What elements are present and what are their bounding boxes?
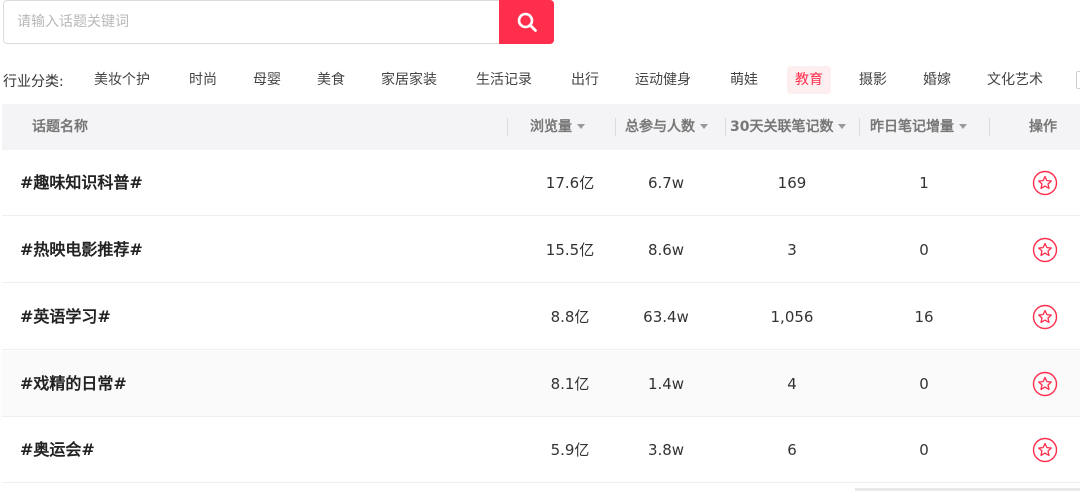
category-item[interactable]: 婚嫁 — [915, 66, 959, 94]
topic-name[interactable]: #英语学习# — [20, 284, 111, 350]
sort-notes-yesterday[interactable]: 昨日笔记增量 — [870, 104, 967, 150]
sort-caret-icon — [577, 123, 585, 129]
views-value: 17.6亿 — [545, 174, 595, 192]
search-bar — [3, 0, 554, 44]
notes-yesterday-value: 0 — [919, 241, 929, 259]
search-input[interactable] — [3, 0, 499, 44]
notes30-value: 3 — [787, 241, 797, 259]
category-label: 行业分类: — [3, 74, 64, 90]
category-item-active[interactable]: 教育 — [787, 66, 831, 94]
notes30-value: 1,056 — [770, 308, 814, 326]
category-item[interactable]: 时尚 — [181, 66, 225, 94]
notes-yesterday-value: 0 — [919, 375, 929, 393]
favorite-star-icon[interactable] — [1032, 237, 1058, 263]
search-button[interactable] — [499, 0, 554, 44]
participants-value: 8.6w — [647, 241, 685, 259]
notes30-value: 4 — [787, 375, 797, 393]
topic-name[interactable]: #奥运会# — [20, 417, 95, 483]
category-item[interactable]: 文化艺术 — [979, 66, 1051, 94]
topic-name[interactable]: #趣味知识科普# — [20, 150, 143, 216]
column-header-action: 操作 — [1029, 119, 1057, 135]
table-row-hovered: #戏精的日常# 8.1亿 1.4w 4 0 — [2, 351, 1080, 417]
views-value: 8.1亿 — [550, 375, 590, 393]
sort-caret-icon — [838, 123, 847, 129]
category-item[interactable]: 生活记录 — [468, 66, 540, 94]
sort-views[interactable]: 浏览量 — [530, 104, 585, 150]
search-icon — [517, 12, 537, 32]
column-divider — [859, 118, 860, 136]
category-item[interactable]: 家居家装 — [373, 66, 445, 94]
notes-yesterday-value: 1 — [919, 174, 929, 192]
sort-participants[interactable]: 总参与人数 — [625, 104, 708, 150]
category-item[interactable]: 萌娃 — [722, 66, 766, 94]
views-value: 15.5亿 — [545, 241, 595, 259]
category-item[interactable]: 母婴 — [245, 66, 289, 94]
participants-value: 3.8w — [647, 441, 685, 459]
favorite-star-icon[interactable] — [1032, 437, 1058, 463]
category-item[interactable]: 出行 — [563, 66, 607, 94]
views-value: 5.9亿 — [550, 441, 590, 459]
category-item[interactable]: 运动健身 — [627, 66, 699, 94]
column-divider — [725, 118, 726, 136]
participants-value: 1.4w — [647, 375, 685, 393]
notes30-value: 169 — [777, 174, 807, 192]
category-item[interactable]: 美食 — [309, 66, 353, 94]
table-row: #趣味知识科普# 17.6亿 6.7w 169 1 — [2, 150, 1080, 216]
column-header-topic: 话题名称 — [32, 119, 88, 135]
favorite-star-icon[interactable] — [1032, 371, 1058, 397]
column-divider — [989, 118, 990, 136]
favorite-star-icon[interactable] — [1032, 304, 1058, 330]
topic-name[interactable]: #戏精的日常# — [20, 351, 127, 417]
sort-caret-icon — [959, 123, 967, 129]
sort-notes30[interactable]: 30天关联笔记数 — [730, 104, 847, 150]
table-row: #英语学习# 8.8亿 63.4w 1,056 16 — [2, 284, 1080, 350]
participants-value: 63.4w — [643, 308, 689, 326]
category-overflow-indicator — [1076, 71, 1080, 89]
notes-yesterday-value: 16 — [914, 308, 934, 326]
category-bar: 行业分类: 美妆个护 时尚 母婴 美食 家居家装 生活记录 出行 运动健身 萌娃… — [0, 66, 1080, 94]
category-item[interactable]: 摄影 — [851, 66, 895, 94]
column-divider — [507, 118, 508, 136]
sort-caret-icon — [700, 123, 708, 129]
favorite-star-icon[interactable] — [1032, 170, 1058, 196]
column-header-participants: 总参与人数 — [625, 119, 695, 135]
table-row: #奥运会# 5.9亿 3.8w 6 0 — [2, 417, 1080, 483]
column-header-notes-yesterday: 昨日笔记增量 — [870, 119, 954, 135]
column-header-notes30: 30天关联笔记数 — [730, 119, 834, 135]
participants-value: 6.7w — [647, 174, 685, 192]
column-header-views: 浏览量 — [530, 119, 572, 135]
table-header: 话题名称 浏览量 总参与人数 30天关联笔记数 昨日笔记增量 操作 — [2, 104, 1080, 150]
table-row: #热映电影推荐# 15.5亿 8.6w 3 0 — [2, 217, 1080, 283]
topic-name[interactable]: #热映电影推荐# — [20, 217, 143, 283]
category-item[interactable]: 美妆个护 — [86, 66, 158, 94]
column-divider — [615, 118, 616, 136]
views-value: 8.8亿 — [550, 308, 590, 326]
notes-yesterday-value: 0 — [919, 441, 929, 459]
notes30-value: 6 — [787, 441, 797, 459]
